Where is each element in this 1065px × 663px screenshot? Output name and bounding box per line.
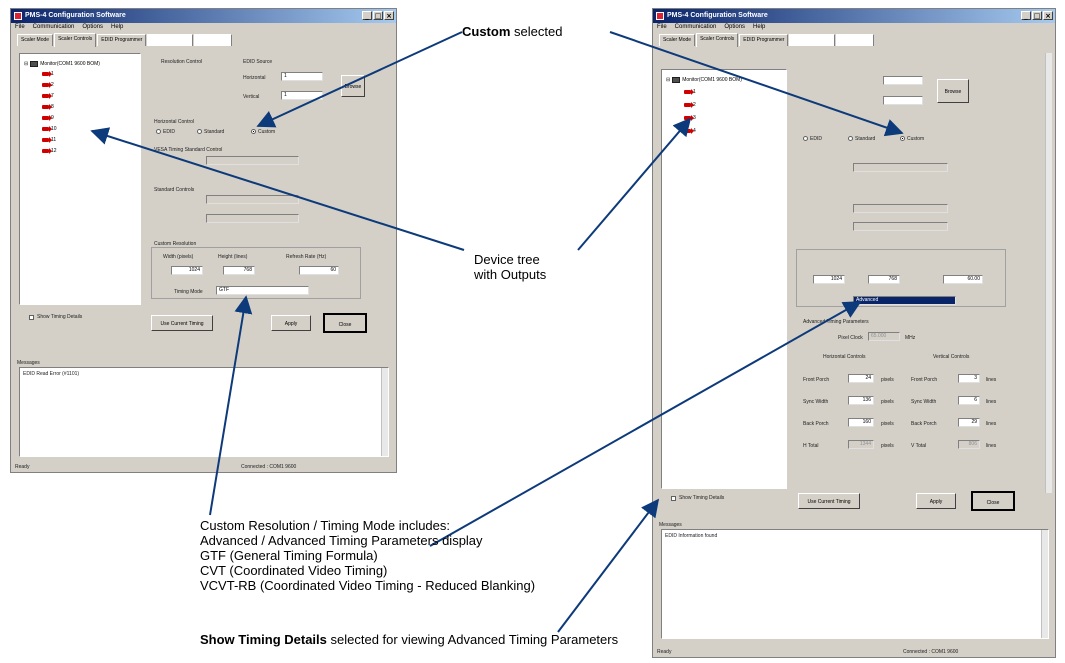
callout-timing-line-3: GTF (General Timing Formula) — [200, 548, 378, 563]
callout-timing-line-1: Custom Resolution / Timing Mode includes… — [200, 518, 451, 533]
arrow-show-timing — [557, 498, 660, 633]
callout-show-timing-bold: Show Timing Details — [200, 632, 327, 647]
arrow-timing-mode-right — [429, 301, 862, 547]
callout-timing-line-2: Advanced / Advanced Timing Parameters di… — [200, 533, 483, 548]
arrow-device-tree-left — [90, 127, 465, 251]
callout-device-tree: Device tree with Outputs — [474, 252, 546, 282]
callout-custom-rest: selected — [510, 24, 563, 39]
callout-show-timing-rest: selected for viewing Advanced Timing Par… — [326, 632, 619, 647]
callout-custom-bold: Custom — [462, 24, 511, 39]
callout-timing-mode: Custom Resolution / Timing Mode includes… — [200, 518, 535, 593]
callout-timing-line-5: VCVT-RB (Coordinated Video Timing - Redu… — [200, 578, 536, 593]
arrow-timing-mode-left — [209, 295, 253, 516]
arrow-device-tree-right — [577, 117, 692, 251]
callout-device-tree-line1: Device tree — [474, 252, 540, 267]
callout-timing-line-4: CVT (Coordinated Video Timing) — [200, 563, 388, 578]
arrow-custom-right — [609, 31, 904, 137]
callout-show-timing: Show Timing Details selected for viewing… — [200, 632, 618, 647]
callout-device-tree-line2: with Outputs — [474, 267, 547, 282]
arrow-custom-left — [256, 31, 463, 128]
callout-custom-selected: Custom selected — [462, 24, 562, 39]
